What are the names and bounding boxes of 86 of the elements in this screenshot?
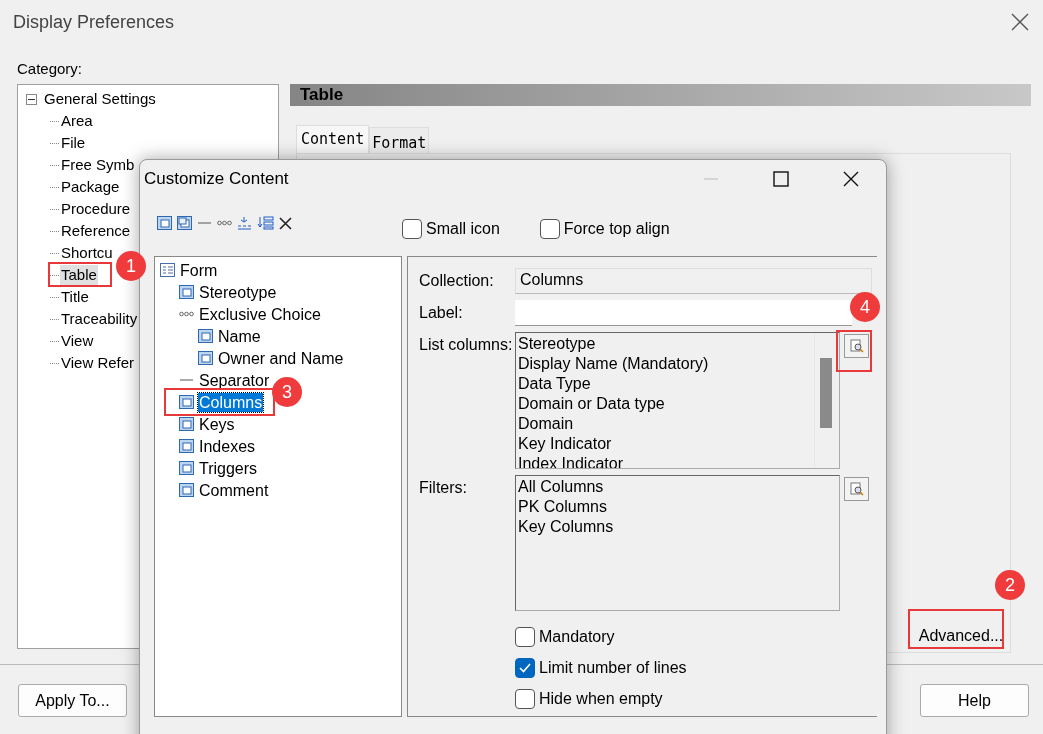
close-icon[interactable] (1011, 13, 1029, 31)
tree-item[interactable]: View Refer (60, 353, 136, 373)
tree-item[interactable]: Form (179, 260, 219, 280)
tree-item[interactable]: View (60, 331, 95, 351)
section-header: Table (290, 84, 1031, 106)
attribute-icon (179, 439, 194, 453)
form-icon (160, 263, 175, 277)
magnifier-icon (849, 339, 864, 353)
scroll-thumb[interactable] (820, 358, 832, 428)
attribute-icon (179, 483, 194, 497)
attribute-icon (179, 395, 194, 409)
field-label: Collection: (419, 271, 495, 291)
help-button[interactable]: Help (920, 684, 1029, 717)
group-icon (237, 216, 252, 230)
attribute-icon (198, 329, 213, 343)
tree-item[interactable]: Stereotype (198, 282, 278, 302)
field-label: Filters: (419, 478, 468, 498)
list-item[interactable]: Key Indicator (518, 434, 612, 454)
checkbox[interactable] (402, 219, 422, 239)
tree-item[interactable]: Title (60, 287, 90, 307)
insert-icon (257, 216, 274, 230)
checkbox[interactable] (515, 689, 535, 709)
tree-item[interactable]: Package (60, 177, 121, 197)
highlight-frame (836, 330, 872, 372)
tree-item[interactable]: Triggers (198, 458, 259, 478)
tree-item[interactable]: Columns (198, 392, 264, 412)
label-input[interactable] (515, 300, 852, 326)
close-icon (843, 171, 859, 187)
tree-item[interactable]: Table (60, 265, 98, 285)
dialog-title: Customize Content (144, 169, 290, 189)
tree-item[interactable]: Procedure (60, 199, 132, 219)
checkbox-label: Hide when empty (539, 690, 663, 708)
checkbox-label: Mandatory (539, 628, 615, 646)
check-icon (518, 661, 532, 675)
select-button[interactable] (844, 334, 869, 358)
tree-item[interactable]: Comment (198, 480, 270, 500)
tab[interactable]: Content (296, 125, 370, 153)
list-item[interactable]: Display Name (Mandatory) (518, 354, 709, 374)
tree-item[interactable]: Free Symb (60, 155, 136, 175)
tree-item[interactable]: File (60, 133, 87, 153)
tree-item[interactable]: Shortcu (60, 243, 114, 263)
delete-icon (279, 216, 292, 230)
checkbox[interactable] (515, 627, 535, 647)
attribute-icon (179, 285, 194, 299)
list-item[interactable]: Data Type (518, 374, 591, 394)
tree-item[interactable]: Reference (60, 221, 132, 241)
magnifier-icon (849, 482, 864, 496)
tab[interactable]: Format (369, 127, 430, 153)
tree-item[interactable]: Traceability (60, 309, 139, 329)
list-item[interactable]: Stereotype (518, 334, 596, 354)
checkbox[interactable] (539, 219, 560, 239)
tree-item[interactable]: Keys (198, 414, 236, 434)
tree-item[interactable]: General Settings (43, 89, 157, 109)
checkbox-label: Force top align (563, 220, 670, 238)
tree-item[interactable]: Indexes (198, 436, 257, 456)
tree-item[interactable]: Name (217, 326, 262, 346)
maximize-icon (773, 171, 789, 187)
window-title: Display Preferences (13, 11, 175, 33)
list-item[interactable]: Domain or Data type (518, 394, 665, 414)
step-number: 2 (995, 570, 1025, 600)
attribute-icon (177, 216, 192, 230)
field-label: List columns: (419, 335, 514, 355)
tree-item[interactable]: Area (60, 111, 94, 131)
tree-item[interactable]: Owner and Name (217, 348, 345, 368)
collection-field: Columns (515, 268, 872, 294)
field-label: Label: (419, 303, 464, 323)
checkbox[interactable] (515, 658, 535, 678)
tree-item[interactable]: Separator (198, 370, 271, 390)
checkbox-label: Small icon (426, 220, 500, 238)
select-button[interactable] (844, 477, 869, 501)
collapse-icon[interactable] (26, 93, 37, 105)
list-item[interactable]: Domain (518, 414, 574, 434)
list-item[interactable]: All Columns (518, 477, 604, 497)
attribute-icon (179, 461, 194, 475)
highlight-frame (48, 262, 112, 287)
attribute-icon (198, 351, 213, 365)
attribute-icon (157, 216, 172, 230)
apply-button[interactable]: Apply To... (18, 684, 127, 717)
list-item[interactable]: Key Columns (518, 517, 614, 537)
list-item[interactable]: PK Columns (518, 497, 607, 517)
attribute-icon (179, 417, 194, 431)
filters-list[interactable]: All Columns PK Columns Key Columns (515, 475, 840, 611)
tree-item[interactable]: Exclusive Choice (198, 304, 322, 324)
checkbox-label: Limit number of lines (539, 659, 687, 677)
category-label: Category: (17, 59, 84, 79)
advanced-button[interactable]: Advanced... (918, 621, 1004, 651)
